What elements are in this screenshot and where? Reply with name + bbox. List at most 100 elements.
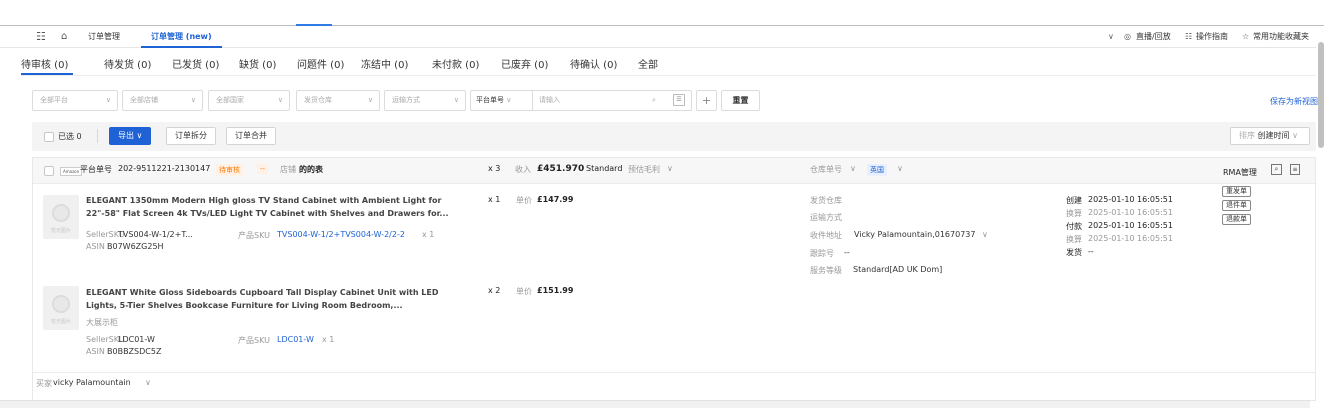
search-type-value: 平台单号 bbox=[476, 96, 504, 104]
store-name: 的的表 bbox=[299, 165, 323, 174]
return-button[interactable]: 退件单 bbox=[1222, 200, 1251, 211]
export-button[interactable]: 导出 ∨ bbox=[109, 127, 152, 145]
service-level-value: Standard[AD UK Dom] bbox=[853, 265, 943, 274]
divider bbox=[97, 129, 98, 143]
country-select-value: 全部国家 bbox=[216, 96, 244, 104]
product-sku-link[interactable]: LDC01-W bbox=[277, 335, 314, 344]
rma-label: RMA管理 bbox=[1223, 168, 1257, 177]
shipping-method-select[interactable]: 运输方式 ∨ bbox=[384, 90, 466, 111]
chevron-down-icon: ∨ bbox=[453, 96, 459, 104]
scrollbar[interactable] bbox=[1318, 42, 1324, 148]
product-title-line: Lights, 5-Tier Shelves Bookcase Furnitur… bbox=[86, 301, 403, 310]
asin-label: ASIN bbox=[86, 347, 105, 356]
warehouse-select[interactable]: 发货仓库 ∨ bbox=[296, 90, 380, 111]
converted-time: 2025-01-10 16:05:51 bbox=[1088, 208, 1173, 217]
status-tab-out-of-stock[interactable]: 缺货 (0) bbox=[239, 56, 276, 71]
shipping-method-value: 运输方式 bbox=[392, 96, 420, 104]
service-level-label: 服务等级 bbox=[810, 266, 842, 275]
product-title[interactable]: ELEGANT 1350mm Modern High gloss TV Stan… bbox=[86, 194, 449, 220]
status-tab-pending-ship[interactable]: 待发货 (0) bbox=[104, 56, 151, 71]
buyer-name[interactable]: vicky Palamountain bbox=[53, 378, 131, 387]
status-tab-frozen[interactable]: 冻结中 (0) bbox=[361, 56, 408, 71]
address-value[interactable]: Vicky Palamountain,01670737 bbox=[854, 230, 975, 239]
converted-label: 换算 bbox=[1066, 209, 1082, 218]
chevron-down-icon[interactable]: ∨ bbox=[667, 164, 673, 173]
item-qty: x 1 bbox=[488, 195, 501, 204]
price-label: 单价 bbox=[516, 196, 532, 205]
chevron-down-icon[interactable]: ∨ bbox=[1108, 26, 1114, 48]
amazon-logo: Amazon bbox=[60, 167, 83, 176]
status-tab-shipped[interactable]: 已发货 (0) bbox=[172, 56, 219, 71]
favorites-link[interactable]: 常用功能收藏夹 bbox=[1253, 26, 1309, 48]
chevron-down-icon: ∨ bbox=[105, 96, 111, 104]
refund-button[interactable]: 退款单 bbox=[1222, 214, 1251, 225]
platform-order-label: 平台单号 bbox=[80, 165, 112, 174]
add-filter-button[interactable]: + bbox=[696, 90, 717, 111]
chevron-down-icon: ∨ bbox=[1292, 131, 1298, 140]
warehouse-select-value: 发货仓库 bbox=[304, 96, 332, 104]
reset-button[interactable]: 重置 bbox=[721, 90, 760, 111]
operation-guide-link[interactable]: 操作指南 bbox=[1196, 26, 1228, 48]
item-qty: x 2 bbox=[488, 286, 501, 295]
chevron-down-icon[interactable]: ∨ bbox=[145, 378, 151, 387]
chevron-down-icon[interactable]: ∨ bbox=[982, 230, 988, 239]
country-select[interactable]: 全部国家 ∨ bbox=[208, 90, 290, 111]
search-type-select[interactable]: 平台单号 ∨ bbox=[471, 91, 533, 110]
income-value: £451.970 bbox=[537, 164, 585, 174]
country-badge: 英国 bbox=[867, 164, 887, 176]
guide-icon: ☷ bbox=[1185, 32, 1193, 41]
save-view-link[interactable]: 保存为新视图 bbox=[1270, 96, 1318, 107]
top-tabs-bar: ☷ ⌂ 订单管理 订单管理 (new) ∨ ◎ 直播/回放 ☷ 操作指南 ☆ 常… bbox=[0, 26, 1316, 48]
product-title-line: ELEGANT 1350mm Modern High gloss TV Stan… bbox=[86, 196, 442, 205]
store-select[interactable]: 全部店铺 ∨ bbox=[122, 90, 203, 111]
product-sku-link[interactable]: TVS004-W-1/2+TVS004-W-2/2-2 bbox=[277, 230, 405, 239]
reship-button[interactable]: 重发单 bbox=[1222, 186, 1251, 197]
product-title[interactable]: ELEGANT White Gloss Sideboards Cupboard … bbox=[86, 286, 439, 312]
status-tab-to-confirm[interactable]: 待确认 (0) bbox=[570, 56, 617, 71]
grid-menu-icon[interactable]: ☷ bbox=[36, 26, 46, 48]
tag-badge: -- bbox=[257, 164, 269, 174]
note-icon[interactable]: ≡ bbox=[1290, 164, 1300, 175]
image-placeholder-icon bbox=[52, 295, 70, 313]
product-sku-label: 产品SKU bbox=[238, 336, 270, 345]
horizontal-scrollbar[interactable] bbox=[0, 400, 1310, 408]
export-label: 导出 bbox=[118, 131, 134, 140]
store-label: 店铺 bbox=[280, 165, 296, 174]
shipping-method-label: 运输方式 bbox=[810, 213, 842, 222]
seller-sku: TVS004-W-1/2+T... bbox=[118, 230, 193, 239]
tab-order-management[interactable]: 订单管理 bbox=[88, 26, 120, 48]
tracking-value: -- bbox=[844, 248, 850, 257]
address-label: 收件地址 bbox=[810, 231, 842, 240]
sku-qty: x 1 bbox=[322, 335, 335, 344]
status-tab-pending-review[interactable]: 待审核 (0) bbox=[21, 56, 68, 71]
select-all-checkbox[interactable] bbox=[44, 132, 54, 142]
split-order-button[interactable]: 订单拆分 bbox=[166, 127, 216, 145]
platform-select[interactable]: 全部平台 ∨ bbox=[32, 90, 118, 111]
batch-input-icon[interactable]: ☰ bbox=[673, 94, 685, 106]
income-label: 收入 bbox=[515, 165, 531, 174]
sku-qty: x 1 bbox=[422, 230, 435, 239]
sort-select[interactable]: 排序 创建时间 ∨ bbox=[1230, 127, 1310, 145]
chevron-down-icon[interactable]: ∨ bbox=[897, 164, 903, 173]
merge-order-button[interactable]: 订单合并 bbox=[226, 127, 276, 145]
profit-label[interactable]: 预估毛利 bbox=[628, 164, 660, 175]
asin-label: ASIN bbox=[86, 242, 105, 251]
chevron-down-icon: ∨ bbox=[136, 131, 143, 140]
search-icon[interactable]: ⌕ bbox=[1271, 164, 1282, 175]
order-qty: x 3 bbox=[488, 164, 501, 173]
status-tab-all[interactable]: 全部 bbox=[638, 56, 658, 71]
play-circle-icon: ◎ bbox=[1124, 32, 1131, 41]
platform-order-number[interactable]: 202-9511221-2130147 bbox=[118, 164, 210, 173]
status-tab-unpaid[interactable]: 未付款 (0) bbox=[432, 56, 479, 71]
service-level: Standard bbox=[586, 164, 623, 173]
home-icon[interactable]: ⌂ bbox=[61, 26, 67, 48]
tab-order-management-new[interactable]: 订单管理 (new) bbox=[141, 26, 222, 48]
search-input[interactable]: 请输入 bbox=[539, 91, 649, 110]
search-icon[interactable]: ⌕ bbox=[652, 91, 656, 110]
status-tab-discarded[interactable]: 已废弃 (0) bbox=[501, 56, 548, 71]
chevron-down-icon[interactable]: ∨ bbox=[850, 164, 856, 173]
order-checkbox[interactable] bbox=[44, 166, 54, 176]
status-tab-problem[interactable]: 问题件 (0) bbox=[297, 56, 344, 71]
live-replay-link[interactable]: 直播/回放 bbox=[1136, 26, 1171, 48]
chevron-down-icon: ∨ bbox=[506, 96, 512, 104]
